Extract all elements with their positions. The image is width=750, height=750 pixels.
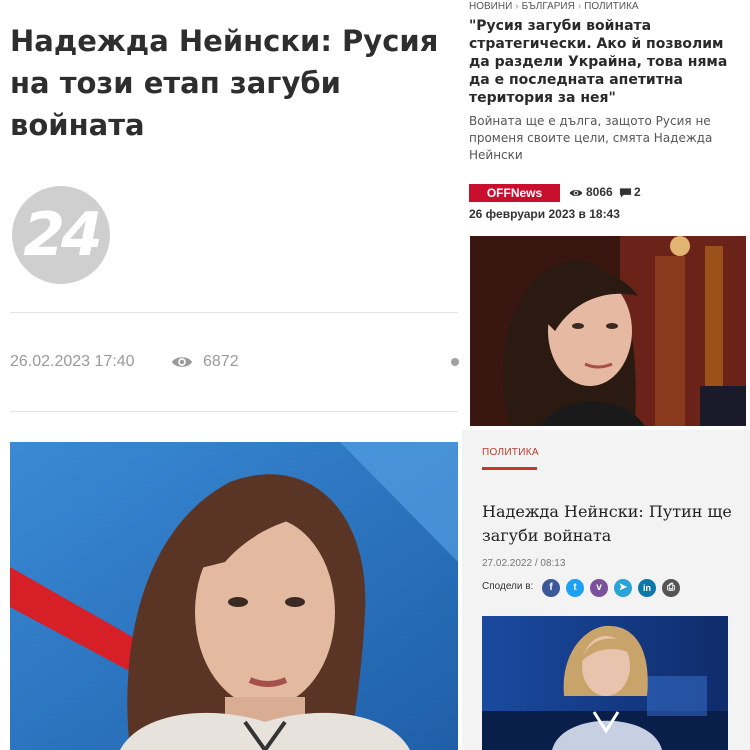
eye-icon bbox=[171, 357, 193, 367]
portrait-image bbox=[470, 236, 746, 426]
offnews-badge[interactable]: OFFNews bbox=[469, 184, 560, 202]
right-top-comments[interactable]: 2 bbox=[634, 185, 641, 199]
left-article-date: 26.02.2023 17:40 bbox=[10, 353, 135, 370]
left-article-photo[interactable] bbox=[10, 442, 458, 750]
right-top-views: 8066 bbox=[586, 185, 613, 199]
telegram-icon[interactable]: ➤ bbox=[614, 579, 632, 597]
right-bottom-article-panel: ПОЛИТИКА Надежда Нейнски: Путин ще загуб… bbox=[462, 430, 750, 750]
right-bottom-article-title[interactable]: Надежда Нейнски: Путин ще загуби войната bbox=[482, 500, 742, 548]
right-top-article-subtitle: Войната ще е дълга, защото Русия не пром… bbox=[469, 114, 713, 162]
logo-text: 24 bbox=[23, 200, 103, 270]
studio-portrait-image bbox=[10, 442, 458, 750]
eye-icon bbox=[569, 189, 583, 197]
category-underline bbox=[482, 467, 537, 470]
share-label: Сподели в: bbox=[482, 581, 534, 592]
right-bottom-date: 27.02.2022 / 08:13 bbox=[482, 558, 566, 569]
right-bottom-article-photo[interactable] bbox=[482, 616, 728, 750]
left-article-panel: Надежда Нейнски: Русия на този етап загу… bbox=[0, 0, 462, 750]
category-label[interactable]: ПОЛИТИКА bbox=[482, 447, 539, 458]
chevron-right-icon: › bbox=[515, 1, 519, 12]
breadcrumb-item-news[interactable]: НОВИНИ bbox=[469, 1, 512, 12]
comment-icon[interactable] bbox=[619, 187, 632, 199]
right-top-article-panel: НОВИНИ › БЪЛГАРИЯ › ПОЛИТИКА "Русия загуби в… bbox=[462, 0, 750, 430]
viber-icon[interactable]: v bbox=[590, 579, 608, 597]
twitter-icon[interactable]: t bbox=[566, 579, 584, 597]
breadcrumb-item-politics[interactable]: ПОЛИТИКА bbox=[584, 1, 638, 12]
left-article-views: 6872 bbox=[203, 353, 239, 370]
right-top-article-title[interactable]: "Русия загуби войната стратегически. Ако… bbox=[469, 17, 749, 107]
right-top-date: 26 февруари 2023 в 18:43 bbox=[469, 207, 620, 221]
chevron-right-icon: › bbox=[577, 1, 582, 12]
breadcrumb-item-bulgaria[interactable]: БЪЛГАРИЯ bbox=[522, 1, 575, 12]
site-24-logo[interactable]: 24 bbox=[12, 186, 110, 284]
tv-studio-image bbox=[482, 616, 728, 750]
print-icon[interactable]: ⎙ bbox=[662, 579, 680, 597]
linkedin-icon[interactable]: in bbox=[638, 579, 656, 597]
divider-bottom bbox=[10, 411, 458, 412]
right-top-article-photo[interactable] bbox=[470, 236, 746, 426]
facebook-icon[interactable]: f bbox=[542, 579, 560, 597]
divider-top bbox=[10, 312, 458, 313]
breadcrumb: НОВИНИ › БЪЛГАРИЯ › ПОЛИТИКА bbox=[469, 1, 639, 12]
left-article-title[interactable]: Надежда Нейнски: Русия на този етап загу… bbox=[10, 20, 460, 146]
more-dot-icon[interactable] bbox=[451, 358, 459, 366]
